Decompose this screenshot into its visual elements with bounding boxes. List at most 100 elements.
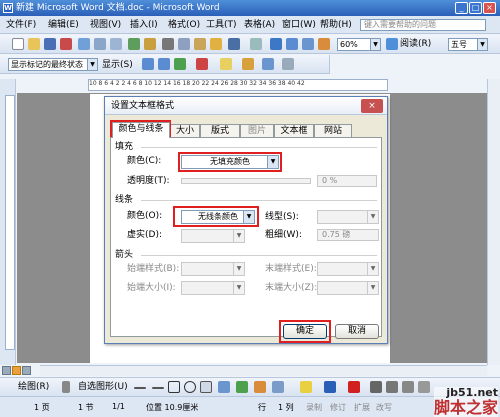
diagram-icon[interactable]	[236, 381, 248, 393]
read-mode-button[interactable]: 阅读(R)	[400, 38, 431, 50]
weight-spinner[interactable]: 0.75 磅	[317, 229, 379, 241]
previous-change-icon[interactable]	[142, 58, 154, 70]
tables-borders-icon[interactable]	[286, 38, 298, 50]
watermark-name: 脚本之家	[433, 398, 498, 417]
tab-textbox[interactable]: 文本框	[274, 124, 314, 137]
ruler-ticks: 10 8 6 4 2 2 4 6 8 10 12 14 16 18 20 22 …	[89, 80, 305, 87]
save-icon[interactable]	[44, 38, 56, 50]
menu-format[interactable]: 格式(O)	[168, 19, 200, 31]
arrow-tool-icon[interactable]	[152, 387, 164, 389]
zoom-combo[interactable]: 60% ▼	[337, 38, 381, 51]
end-style-dropdown[interactable]: ▼	[317, 262, 379, 276]
dash-dropdown[interactable]: ▼	[181, 229, 245, 243]
title-bar: W 新建 Microsoft Word 文档.doc - Microsoft W…	[0, 0, 500, 16]
undo-icon[interactable]	[228, 38, 240, 50]
clipart-icon[interactable]	[254, 381, 266, 393]
chevron-down-icon: ▼	[367, 282, 378, 294]
normal-view-icon[interactable]	[2, 366, 11, 375]
fill-color-icon[interactable]	[300, 381, 312, 393]
insert-table-icon[interactable]	[302, 38, 314, 50]
font-size-combo[interactable]: 五号 ▼	[448, 38, 488, 51]
track-changes-icon[interactable]	[262, 58, 274, 70]
new-document-icon[interactable]	[12, 38, 24, 50]
reviewing-pane-icon[interactable]	[282, 58, 294, 70]
menu-file[interactable]: 文件(F)	[6, 19, 36, 31]
line-tool-icon[interactable]	[134, 387, 146, 389]
line-color-icon[interactable]	[324, 381, 336, 393]
tab-web[interactable]: 网站	[314, 124, 352, 137]
print-icon[interactable]	[94, 38, 106, 50]
open-folder-icon[interactable]	[28, 38, 40, 50]
status-overtype[interactable]: 改写	[376, 402, 392, 413]
begin-size-dropdown[interactable]: ▼	[181, 281, 245, 295]
tab-picture[interactable]: 图片	[240, 124, 274, 137]
line-color-highlight-box	[173, 206, 259, 227]
vertical-scrollbar[interactable]	[487, 79, 500, 365]
horizontal-scrollbar[interactable]	[40, 365, 487, 376]
menu-table[interactable]: 表格(A)	[244, 19, 275, 31]
spelling-icon[interactable]	[128, 38, 140, 50]
dash-style-icon[interactable]	[386, 381, 398, 393]
autoshapes-menu-button[interactable]: 自选图形(U)	[78, 381, 128, 393]
minimize-button[interactable]: _	[455, 2, 468, 14]
status-bar: 1 页 1 节 1/1 位置 10.9厘米 行 1 列 录制 修订 扩展 改写	[0, 396, 500, 417]
end-size-dropdown[interactable]: ▼	[317, 281, 379, 295]
status-record[interactable]: 录制	[306, 402, 322, 413]
print-preview-icon[interactable]	[110, 38, 122, 50]
show-menu-button[interactable]: 显示(S)	[102, 59, 133, 71]
font-color-icon[interactable]	[348, 381, 360, 393]
end-style-label: 末端样式(E):	[265, 264, 317, 274]
rectangle-tool-icon[interactable]	[168, 381, 180, 393]
arrow-style-icon[interactable]	[402, 381, 414, 393]
zoom-value: 60%	[340, 40, 358, 49]
highlight-icon[interactable]	[242, 58, 254, 70]
tab-size[interactable]: 大小	[170, 124, 200, 137]
menu-insert[interactable]: 插入(I)	[130, 19, 158, 31]
line-style-icon[interactable]	[370, 381, 382, 393]
email-icon[interactable]	[78, 38, 90, 50]
permission-icon[interactable]	[60, 38, 72, 50]
help-search-input[interactable]: 键入需要帮助的问题	[360, 19, 486, 31]
status-extend[interactable]: 扩展	[354, 402, 370, 413]
textbox-tool-icon[interactable]	[200, 381, 212, 393]
tab-colors-lines[interactable]: 颜色与线条	[112, 122, 170, 138]
transparency-spinner[interactable]: 0 %	[317, 175, 377, 187]
menu-edit[interactable]: 编辑(E)	[48, 19, 79, 31]
research-icon[interactable]	[144, 38, 156, 50]
menu-help[interactable]: 帮助(H)	[320, 19, 352, 31]
select-pointer-icon[interactable]	[62, 381, 70, 393]
begin-style-dropdown[interactable]: ▼	[181, 262, 245, 276]
accept-change-icon[interactable]	[174, 58, 186, 70]
paste-icon[interactable]	[194, 38, 206, 50]
wordart-icon[interactable]	[218, 381, 230, 393]
menu-tools[interactable]: 工具(T)	[206, 19, 237, 31]
reject-change-icon[interactable]	[196, 58, 208, 70]
picture-icon[interactable]	[272, 381, 284, 393]
word-app-icon[interactable]: W	[3, 3, 13, 13]
cut-icon[interactable]	[162, 38, 174, 50]
close-window-button[interactable]: ×	[483, 2, 496, 14]
status-track[interactable]: 修订	[330, 402, 346, 413]
next-change-icon[interactable]	[158, 58, 170, 70]
cancel-button[interactable]: 取消	[335, 324, 379, 339]
draw-menu-button[interactable]: 绘图(R)	[18, 381, 49, 393]
print-view-icon[interactable]	[22, 366, 31, 375]
help-icon[interactable]	[386, 38, 398, 50]
dialog-close-button[interactable]: ×	[361, 99, 383, 113]
tab-layout[interactable]: 版式	[200, 124, 240, 137]
drawing-icon[interactable]	[318, 38, 330, 50]
copy-icon[interactable]	[178, 38, 190, 50]
redo-icon[interactable]	[250, 38, 262, 50]
menu-view[interactable]: 视图(V)	[90, 19, 121, 31]
transparency-slider[interactable]	[181, 178, 311, 184]
maximize-button[interactable]: □	[469, 2, 482, 14]
web-view-icon[interactable]	[12, 366, 21, 375]
format-painter-icon[interactable]	[210, 38, 222, 50]
oval-tool-icon[interactable]	[184, 381, 196, 393]
hyperlink-icon[interactable]	[270, 38, 282, 50]
show-markup-combo[interactable]: 显示标记的最终状态 ▼	[8, 58, 98, 71]
menu-window[interactable]: 窗口(W)	[282, 19, 316, 31]
line-style-dropdown[interactable]: ▼	[317, 210, 379, 224]
insert-comment-icon[interactable]	[220, 58, 232, 70]
shadow-style-icon[interactable]	[418, 381, 430, 393]
